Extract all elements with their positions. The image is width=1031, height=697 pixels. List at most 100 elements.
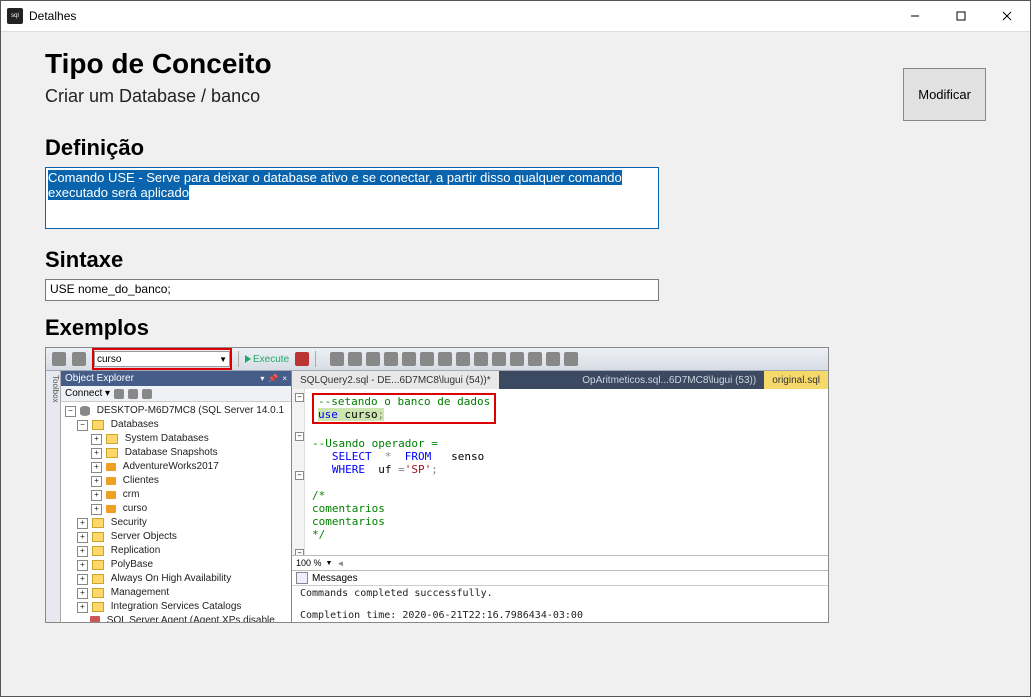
pin-icon[interactable]: 📌 — [268, 374, 278, 383]
folder-icon — [106, 434, 118, 444]
window: Detalhes Tipo de Conceito Criar um Datab… — [0, 0, 1031, 697]
messages-tab[interactable]: Messages — [292, 571, 828, 586]
maximize-button[interactable] — [938, 1, 984, 31]
fold-icon[interactable]: − — [295, 549, 304, 556]
toolbar-icon — [402, 352, 416, 366]
page-title: Tipo de Conceito — [45, 48, 272, 80]
database-icon — [106, 477, 116, 485]
folder-icon — [92, 546, 104, 556]
example-screenshot: curso ▼ Execute — [45, 347, 829, 623]
modify-button[interactable]: Modificar — [903, 68, 986, 121]
expand-icon[interactable]: + — [91, 462, 102, 473]
expand-icon[interactable]: + — [91, 504, 102, 515]
messages-output: Commands completed successfully. Complet… — [292, 586, 828, 623]
close-icon[interactable]: × — [282, 374, 287, 383]
folder-icon — [92, 602, 104, 612]
code-editor[interactable]: − − − − --setando o banco de dadosuse cu… — [292, 389, 828, 556]
toolbar-icon — [564, 352, 578, 366]
close-button[interactable] — [984, 1, 1030, 31]
folder-icon — [92, 420, 104, 430]
database-icon — [106, 491, 116, 499]
toolbox-tab[interactable]: Toolbox — [46, 371, 61, 623]
expand-icon[interactable]: + — [77, 574, 88, 585]
collapse-icon[interactable]: − — [65, 406, 76, 417]
toolbar-icon — [142, 389, 152, 399]
chevron-down-icon[interactable]: ▼ — [326, 560, 333, 567]
toolbar-icon — [492, 352, 506, 366]
expand-icon[interactable]: + — [77, 518, 88, 529]
editor-tab[interactable]: original.sql — [764, 371, 828, 389]
zoom-bar: 100 %▼ ◄ — [292, 556, 828, 571]
expand-icon[interactable]: + — [91, 490, 102, 501]
titlebar: Detalhes — [1, 1, 1030, 32]
expand-icon[interactable]: + — [77, 546, 88, 557]
toolbar-icon — [348, 352, 362, 366]
object-explorer-toolbar: Connect ▾ — [61, 386, 291, 402]
toolbar-icon — [114, 389, 124, 399]
content-area: Tipo de Conceito Criar um Database / ban… — [1, 32, 1030, 696]
toolbar-icon — [72, 352, 86, 366]
agent-icon — [90, 616, 100, 623]
editor-tab[interactable]: SQLQuery2.sql - DE...6D7MC8\lugui (54))* — [292, 371, 499, 389]
toolbar-icon — [384, 352, 398, 366]
database-combo-highlight: curso ▼ — [92, 348, 232, 370]
expand-icon[interactable]: + — [77, 560, 88, 571]
expand-icon[interactable]: + — [77, 602, 88, 613]
object-explorer-titlebar: Object Explorer ▾ 📌 × — [61, 371, 291, 386]
expand-icon[interactable]: + — [91, 434, 102, 445]
expand-icon[interactable]: + — [91, 476, 102, 487]
separator — [315, 351, 316, 367]
server-icon — [80, 406, 90, 416]
toolbar-icon — [420, 352, 434, 366]
examples-heading: Exemplos — [45, 315, 986, 341]
toolbar-icon — [366, 352, 380, 366]
toolbar-icon — [438, 352, 452, 366]
window-title: Detalhes — [29, 9, 76, 23]
stop-icon — [295, 352, 309, 366]
folder-icon — [92, 588, 104, 598]
toolbar-icon — [128, 389, 138, 399]
database-icon — [106, 463, 116, 471]
expand-icon[interactable]: + — [77, 588, 88, 599]
database-icon — [106, 505, 116, 513]
fold-icon[interactable]: − — [295, 432, 304, 441]
folder-icon — [106, 448, 118, 458]
toolbar-icon — [474, 352, 488, 366]
folder-icon — [92, 574, 104, 584]
fold-icon[interactable]: − — [295, 393, 304, 402]
expand-icon[interactable]: + — [91, 448, 102, 459]
execute-button[interactable]: Execute — [245, 354, 289, 365]
expand-icon[interactable]: + — [77, 532, 88, 543]
object-explorer: Object Explorer ▾ 📌 × Connect ▾ − DESKTOP-… — [61, 371, 292, 623]
folder-icon — [92, 560, 104, 570]
titlebar-left: Detalhes — [7, 8, 76, 24]
toolbar-icon — [528, 352, 542, 366]
collapse-icon[interactable]: − — [77, 420, 88, 431]
page-subtitle: Criar um Database / banco — [45, 86, 272, 107]
syntax-input[interactable]: USE nome_do_banco; — [45, 279, 659, 301]
folder-icon — [92, 532, 104, 542]
separator — [238, 351, 239, 367]
messages-icon — [296, 572, 308, 584]
connect-button[interactable]: Connect ▾ — [65, 388, 110, 399]
zoom-value[interactable]: 100 % — [296, 558, 322, 568]
toolbar-icon — [546, 352, 560, 366]
code-highlight-box: --setando o banco de dadosuse curso; — [312, 393, 496, 424]
object-explorer-title: Object Explorer — [65, 373, 134, 384]
fold-icon[interactable]: − — [295, 471, 304, 480]
minimize-button[interactable] — [892, 1, 938, 31]
chevron-down-icon: ▼ — [219, 355, 227, 364]
database-combo-value: curso — [97, 354, 121, 365]
toolbar-icon — [330, 352, 344, 366]
pin-icon[interactable]: ▾ — [260, 374, 264, 383]
definition-heading: Definição — [45, 135, 986, 161]
toolbar-icon — [456, 352, 470, 366]
definition-textarea[interactable]: Comando USE - Serve para deixar o databa… — [45, 167, 659, 229]
definition-text: Comando USE - Serve para deixar o databa… — [48, 170, 622, 200]
editor-tabs: SQLQuery2.sql - DE...6D7MC8\lugui (54))*… — [292, 371, 828, 389]
database-combo[interactable]: curso ▼ — [94, 351, 230, 367]
editor-column: SQLQuery2.sql - DE...6D7MC8\lugui (54))*… — [292, 371, 828, 623]
folder-icon — [92, 518, 104, 528]
object-explorer-tree[interactable]: − DESKTOP-M6D7MC8 (SQL Server 14.0.1 − D… — [61, 402, 291, 623]
editor-tab[interactable]: OpAritmeticos.sql...6D7MC8\lugui (53)) — [574, 371, 764, 389]
